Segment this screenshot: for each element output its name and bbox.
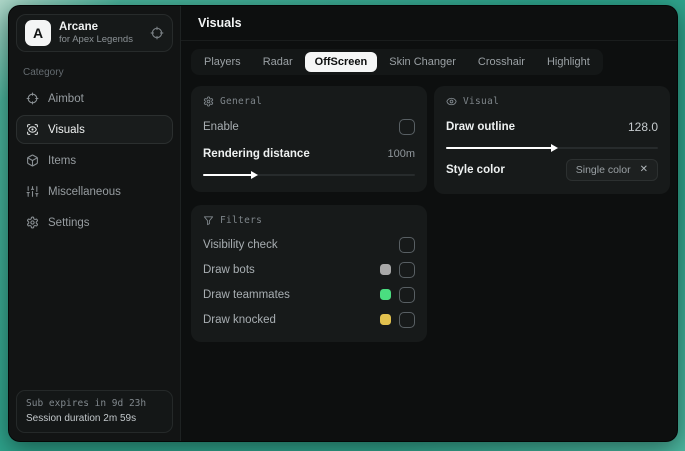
draw-bots-label: Draw bots <box>203 263 255 276</box>
draw-outline-label: Draw outline <box>446 120 516 133</box>
app-logo: A <box>25 20 51 46</box>
draw-knocked-color-swatch[interactable] <box>380 314 391 325</box>
category-label: Category <box>23 67 64 78</box>
draw-knocked-checkbox[interactable] <box>399 311 415 328</box>
gear-icon <box>26 216 39 229</box>
brand-text: Arcane for Apex Legends <box>59 21 133 45</box>
main-panel: Visuals Players Radar OffScreen Skin Cha… <box>181 6 677 441</box>
style-color-value: Single color <box>575 164 631 176</box>
enable-checkbox[interactable] <box>399 118 415 135</box>
rendering-distance-value: 100m <box>387 147 415 160</box>
subscription-card: Sub expires in 9d 23h Session duration 2… <box>16 390 173 433</box>
brand-card: A Arcane for Apex Legends <box>16 14 173 52</box>
draw-knocked-label: Draw knocked <box>203 313 276 326</box>
desktop-background: { "window": { "brand": { "logo_letter": … <box>0 0 685 451</box>
card-filters-header: Filters <box>203 215 415 226</box>
draw-teammates-row: Draw teammates <box>203 285 415 304</box>
sidebar-item-items[interactable]: Items <box>16 146 173 175</box>
card-filters-title: Filters <box>220 215 263 226</box>
clear-icon[interactable]: ✕ <box>640 165 648 175</box>
draw-outline-row: Draw outline 128.0 <box>446 116 658 137</box>
sidebar-item-settings[interactable]: Settings <box>16 208 173 237</box>
draw-bots-color-swatch[interactable] <box>380 264 391 275</box>
tabbar: Players Radar OffScreen Skin Changer Cro… <box>191 49 603 75</box>
card-filters: Filters Visibility check Draw bots Draw … <box>191 205 427 342</box>
tab-highlight[interactable]: Highlight <box>537 52 600 72</box>
package-icon <box>26 154 39 167</box>
session-duration-text: Session duration 2m 59s <box>26 413 137 424</box>
page-title: Visuals <box>181 6 677 41</box>
draw-teammates-color-swatch[interactable] <box>380 289 391 300</box>
sliders-icon <box>26 185 39 198</box>
style-color-row: Style color Single color ✕ <box>446 159 658 181</box>
slider-fill[interactable] <box>446 147 552 149</box>
scan-eye-icon <box>26 123 39 136</box>
visibility-check-checkbox[interactable] <box>399 236 415 253</box>
draw-teammates-label: Draw teammates <box>203 288 290 301</box>
crosshair-icon <box>26 92 39 105</box>
style-color-select[interactable]: Single color ✕ <box>565 159 658 181</box>
sidebar-item-miscellaneous[interactable]: Miscellaneous <box>16 177 173 206</box>
app-subtitle: for Apex Legends <box>59 33 133 45</box>
tab-radar[interactable]: Radar <box>253 52 303 72</box>
target-icon[interactable] <box>150 26 164 40</box>
sidebar-item-label: Miscellaneous <box>48 185 121 198</box>
tab-crosshair[interactable]: Crosshair <box>468 52 535 72</box>
sidebar-item-label: Items <box>48 154 77 167</box>
sidebar-item-label: Aimbot <box>48 92 84 105</box>
sub-expiry-text: Sub expires in 9d 23h <box>26 398 147 409</box>
tabs-row: Players Radar OffScreen Skin Changer Cro… <box>181 41 677 75</box>
card-visual-header: Visual <box>446 96 658 107</box>
slider-fill[interactable] <box>203 174 252 176</box>
sidebar: A Arcane for Apex Legends Category Aimbo… <box>9 6 181 441</box>
sidebar-item-visuals[interactable]: Visuals <box>16 115 173 144</box>
cog-icon <box>203 96 214 107</box>
visibility-check-label: Visibility check <box>203 238 278 251</box>
visibility-check-row: Visibility check <box>203 235 415 254</box>
tab-offscreen[interactable]: OffScreen <box>304 52 378 72</box>
enable-row: Enable <box>203 116 415 137</box>
draw-knocked-row: Draw knocked <box>203 310 415 329</box>
eye-icon <box>446 96 457 107</box>
style-color-label: Style color <box>446 164 505 176</box>
rendering-distance-slider[interactable] <box>203 174 415 176</box>
draw-teammates-checkbox[interactable] <box>399 286 415 303</box>
funnel-icon <box>203 215 214 226</box>
app-window: A Arcane for Apex Legends Category Aimbo… <box>8 5 678 442</box>
draw-outline-value: 128.0 <box>627 119 658 134</box>
card-visual-title: Visual <box>463 96 500 107</box>
draw-outline-slider[interactable] <box>446 147 658 149</box>
rendering-distance-label: Rendering distance <box>203 147 310 160</box>
draw-bots-row: Draw bots <box>203 260 415 279</box>
draw-bots-checkbox[interactable] <box>399 261 415 278</box>
sidebar-item-label: Visuals <box>48 123 85 136</box>
tab-skin-changer[interactable]: Skin Changer <box>379 52 466 72</box>
card-general-title: General <box>220 96 263 107</box>
sidebar-item-label: Settings <box>48 216 90 229</box>
card-general-header: General <box>203 96 415 107</box>
enable-label: Enable <box>203 120 239 133</box>
sidebar-nav: Aimbot Visuals Items Miscellaneous Setti… <box>16 84 173 237</box>
sidebar-item-aimbot[interactable]: Aimbot <box>16 84 173 113</box>
card-general: General Enable Rendering distance 100m <box>191 86 427 192</box>
rendering-distance-row: Rendering distance 100m <box>203 143 415 164</box>
tab-players[interactable]: Players <box>194 52 251 72</box>
app-name: Arcane <box>59 20 98 33</box>
card-visual: Visual Draw outline 128.0 Style color Si… <box>434 86 670 194</box>
content-grid: General Enable Rendering distance 100m V… <box>181 75 677 353</box>
